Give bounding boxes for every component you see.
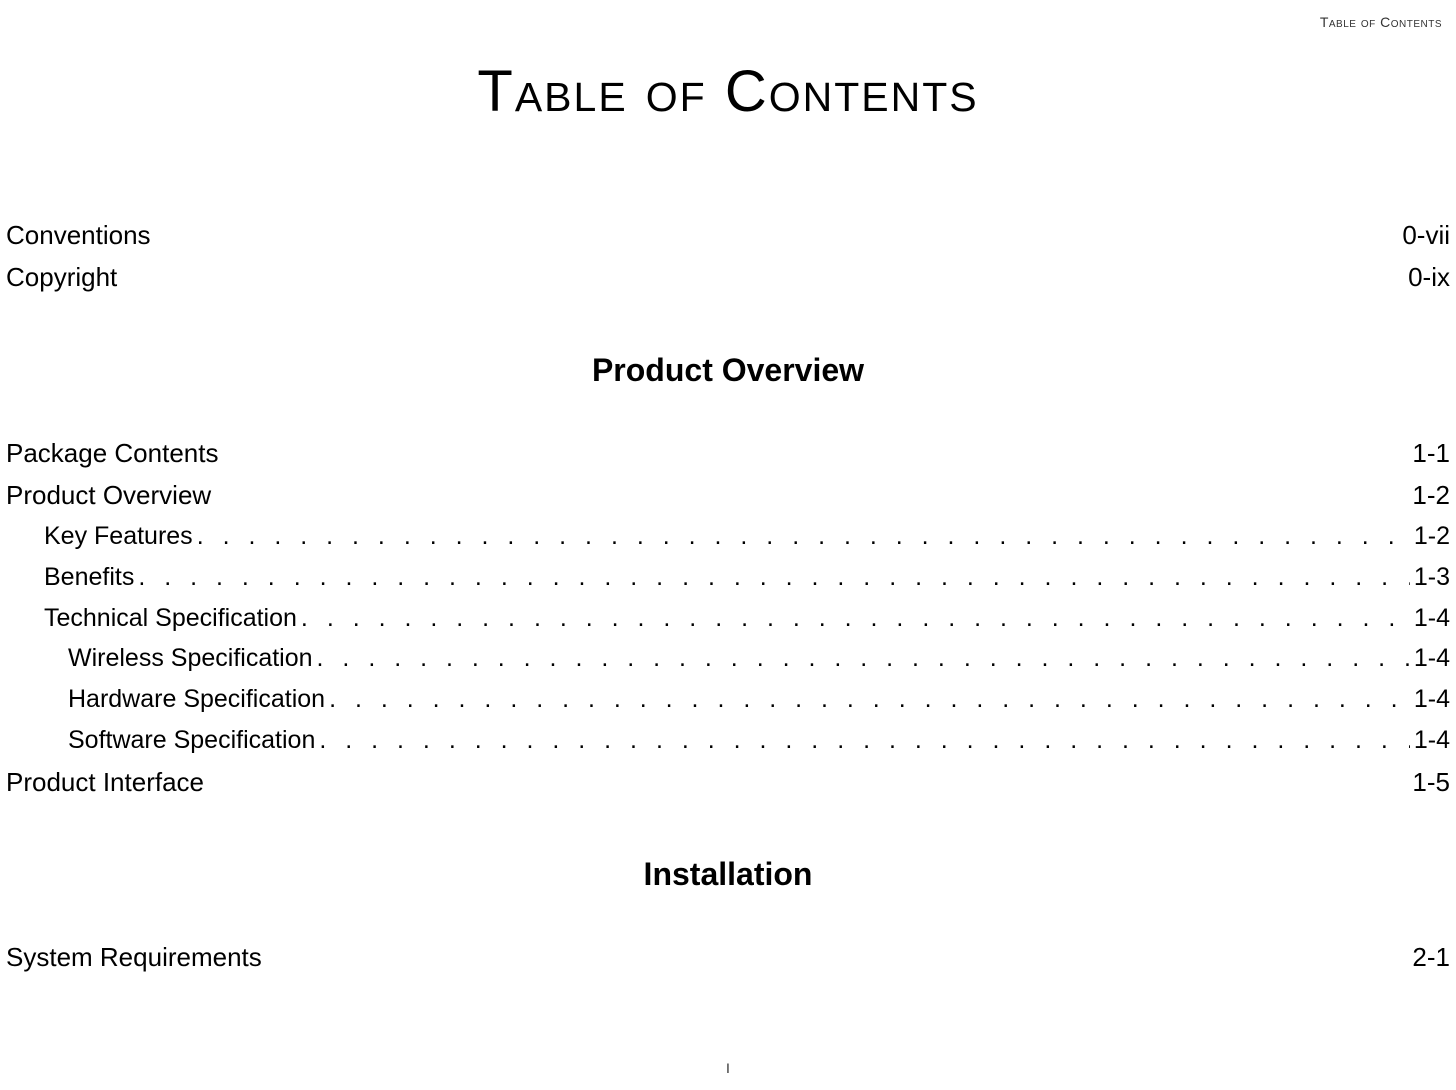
toc-entry-page: 1-2 bbox=[1412, 475, 1450, 515]
leader-dots bbox=[138, 558, 1410, 597]
toc-entry: Wireless Specification 1-4 bbox=[6, 639, 1450, 678]
section-heading: Product Overview bbox=[6, 352, 1450, 389]
toc-entry-page: 0-vii bbox=[1402, 215, 1450, 255]
toc-content: Conventions 0-vii Copyright 0-ix Product… bbox=[0, 215, 1456, 977]
toc-entry-page: 0-ix bbox=[1408, 257, 1450, 297]
toc-entry-page: 1-4 bbox=[1414, 599, 1450, 638]
toc-entry-page: 1-5 bbox=[1412, 762, 1450, 802]
toc-entry-page: 1-1 bbox=[1412, 433, 1450, 473]
toc-entry-label: Key Features bbox=[44, 517, 193, 556]
toc-entry-page: 2-1 bbox=[1412, 937, 1450, 977]
toc-entry-page: 1-3 bbox=[1414, 558, 1450, 597]
leader-dots bbox=[319, 721, 1410, 760]
leader-dots bbox=[197, 517, 1410, 556]
toc-entry-label: Product Overview bbox=[6, 475, 211, 515]
toc-entry-page: 1-4 bbox=[1414, 639, 1450, 678]
page-title: Table of Contents bbox=[0, 58, 1456, 125]
toc-entry-label: Wireless Specification bbox=[68, 639, 313, 678]
leader-dots bbox=[317, 639, 1410, 678]
section-heading: Installation bbox=[6, 856, 1450, 893]
toc-entry-label: Conventions bbox=[6, 215, 151, 255]
toc-entry: Conventions 0-vii bbox=[6, 215, 1450, 255]
toc-entry-label: Benefits bbox=[44, 558, 134, 597]
toc-entry-page: 1-4 bbox=[1414, 721, 1450, 760]
toc-entry: Product Interface 1-5 bbox=[6, 762, 1450, 802]
toc-entry: Product Overview 1-2 bbox=[6, 475, 1450, 515]
toc-entry-page: 1-2 bbox=[1414, 517, 1450, 556]
toc-entry-label: Technical Specification bbox=[44, 599, 297, 638]
toc-entry: Technical Specification 1-4 bbox=[6, 599, 1450, 638]
toc-entry-label: Copyright bbox=[6, 257, 117, 297]
toc-entry: Package Contents 1-1 bbox=[6, 433, 1450, 473]
toc-entry-label: System Requirements bbox=[6, 937, 262, 977]
toc-entry: Hardware Specification 1-4 bbox=[6, 680, 1450, 719]
running-head: Table of Contents bbox=[0, 0, 1456, 30]
toc-entry-label: Package Contents bbox=[6, 433, 218, 473]
leader-dots bbox=[301, 599, 1410, 638]
toc-entry-label: Hardware Specification bbox=[68, 680, 325, 719]
toc-entry-page: 1-4 bbox=[1414, 680, 1450, 719]
toc-entry: Benefits 1-3 bbox=[6, 558, 1450, 597]
toc-entry: System Requirements 2-1 bbox=[6, 937, 1450, 977]
leader-dots bbox=[329, 680, 1410, 719]
toc-entry-label: Product Interface bbox=[6, 762, 204, 802]
toc-entry: Software Specification 1-4 bbox=[6, 721, 1450, 760]
toc-entry: Copyright 0-ix bbox=[6, 257, 1450, 297]
page-number: I bbox=[0, 1060, 1456, 1076]
toc-entry-label: Software Specification bbox=[68, 721, 315, 760]
toc-entry: Key Features 1-2 bbox=[6, 517, 1450, 556]
